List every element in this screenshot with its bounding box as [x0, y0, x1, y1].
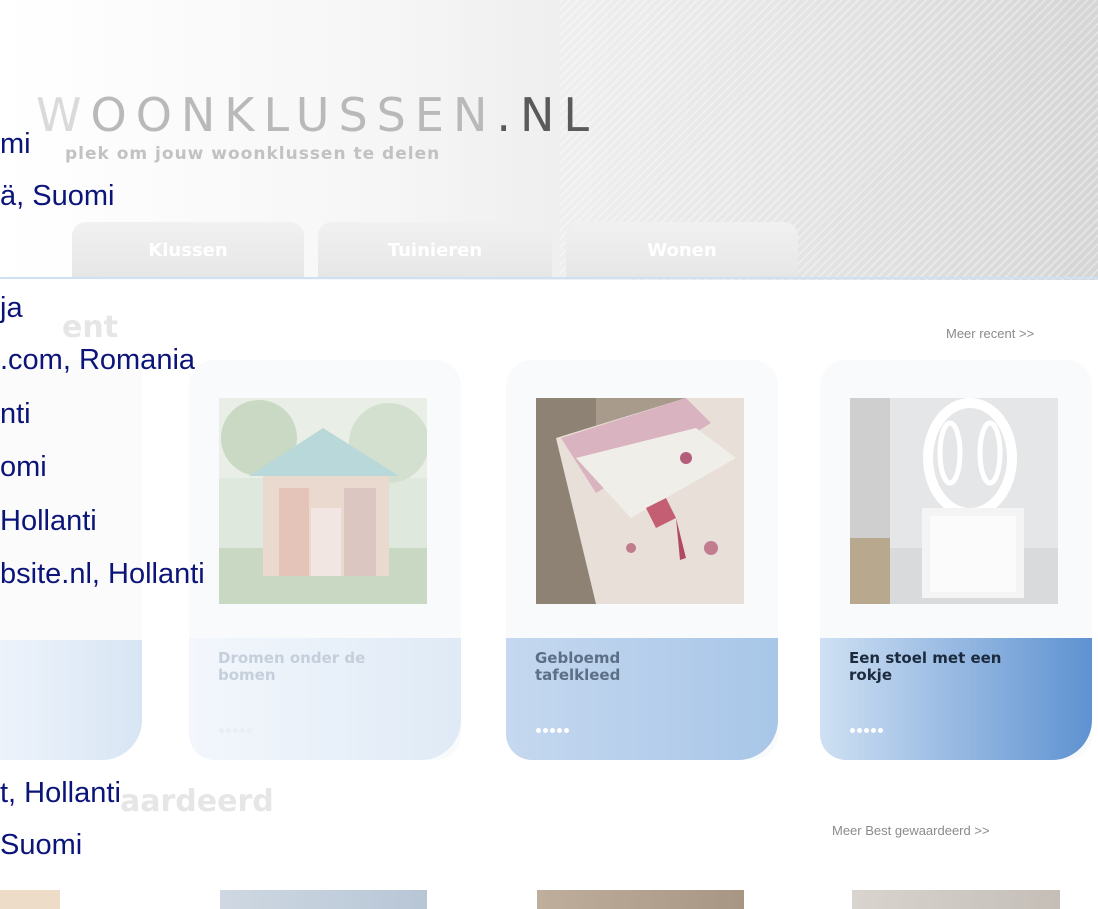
- overlay-text-line: .com, Romania: [0, 344, 196, 377]
- recent-card-1[interactable]: Dromen onder de bomen: [189, 360, 461, 760]
- more-recent-link[interactable]: Meer recent >>: [946, 326, 1034, 341]
- site-header: WOONKLUSSEN.NL plek om jouw woonklussen …: [0, 0, 1098, 280]
- overlay-text-line: bsite.nl, Hollanti: [0, 558, 205, 591]
- rating-stars: [219, 728, 252, 733]
- card-title[interactable]: Een stoel met een rokje: [849, 650, 1001, 684]
- rating-stars: [536, 728, 569, 733]
- overlay-text-line: omi: [0, 451, 47, 484]
- tab-tuinieren[interactable]: Tuinieren: [318, 222, 552, 278]
- section-title-best: aardeerd: [120, 784, 274, 819]
- thumbnail[interactable]: [852, 890, 1060, 909]
- thumbnail[interactable]: [537, 890, 744, 909]
- overlay-text-line: Suomi: [0, 829, 83, 862]
- header-divider: [0, 277, 1098, 279]
- thumbnail[interactable]: [0, 890, 60, 909]
- recent-card-2[interactable]: Gebloemd tafelkleed: [506, 360, 778, 760]
- card-photo-chair[interactable]: [850, 398, 1058, 604]
- overlay-text-line: mi: [0, 128, 31, 161]
- overlay-text-line: t, Hollanti: [0, 777, 121, 810]
- tab-klussen[interactable]: Klussen: [72, 222, 304, 278]
- card-photo-tent[interactable]: [219, 398, 427, 604]
- site-logo[interactable]: WOONKLUSSEN.NL: [36, 88, 598, 142]
- overlay-text-line: ä, Suomi: [0, 180, 115, 213]
- thumbnail[interactable]: [220, 890, 427, 909]
- rating-stars: [850, 728, 883, 733]
- card-title[interactable]: Dromen onder de bomen: [218, 650, 365, 684]
- site-tagline: plek om jouw woonklussen te delen: [65, 144, 441, 164]
- recent-card-3[interactable]: Een stoel met een rokje: [820, 360, 1092, 760]
- card-photo-tablecloth[interactable]: [536, 398, 744, 604]
- tab-wonen[interactable]: Wonen: [566, 222, 798, 278]
- overlay-text-line: nti: [0, 398, 31, 431]
- section-title-recent: ent: [62, 310, 119, 345]
- partial-card-left-caption: [0, 640, 142, 760]
- overlay-text-line: Hollanti: [0, 505, 97, 538]
- overlay-text-line: ja: [0, 292, 23, 325]
- more-best-link[interactable]: Meer Best gewaardeerd >>: [832, 823, 990, 838]
- card-title[interactable]: Gebloemd tafelkleed: [535, 650, 620, 684]
